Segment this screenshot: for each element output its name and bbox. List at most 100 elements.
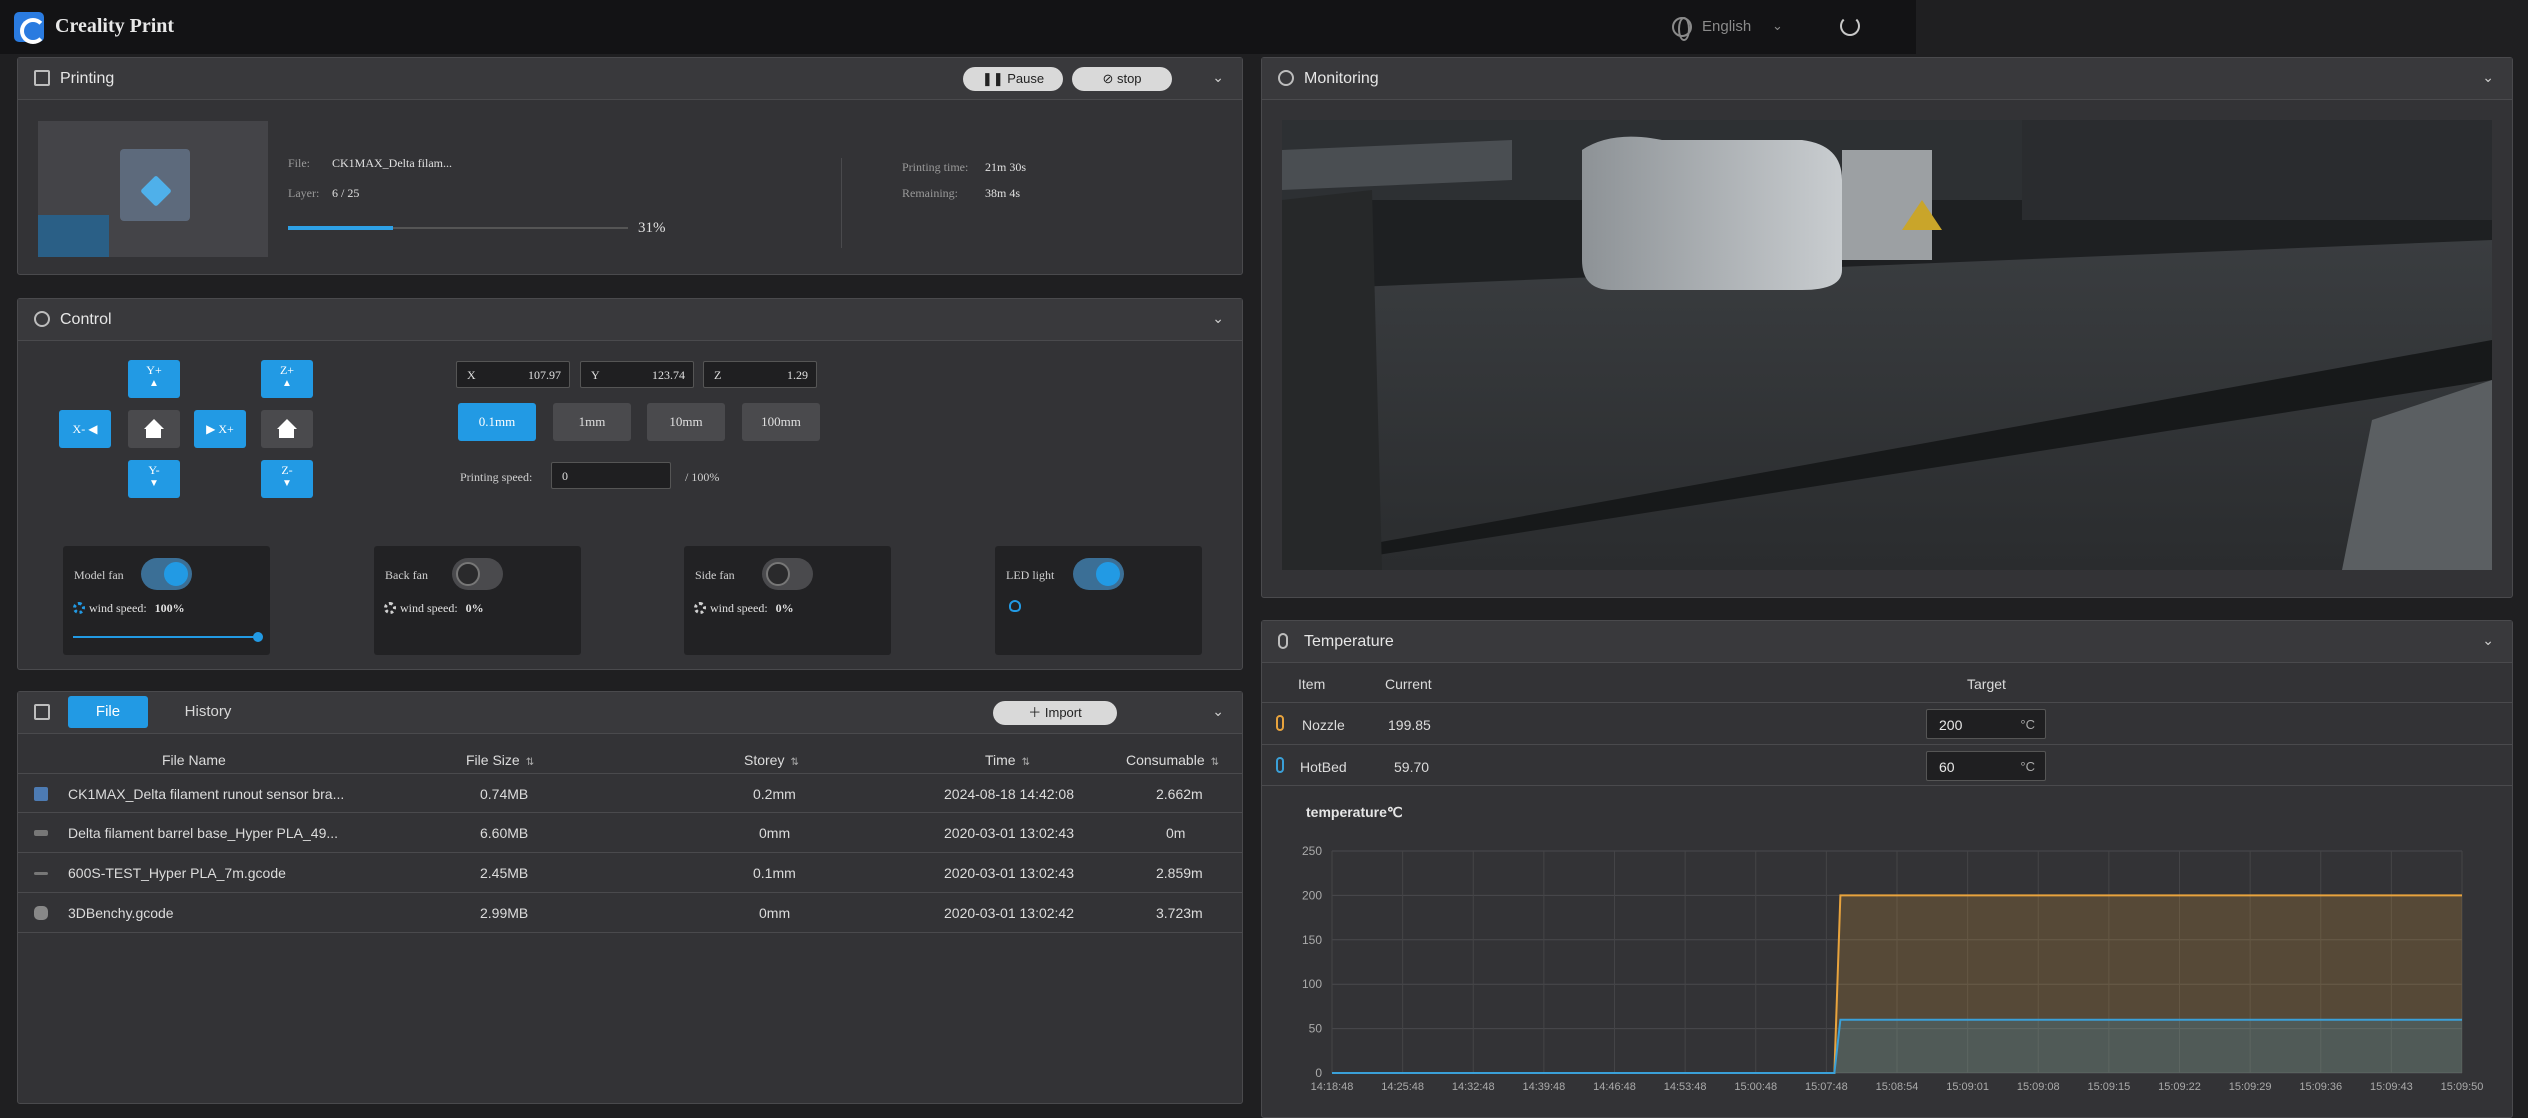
step-10mm-button[interactable]: 10mm bbox=[647, 403, 725, 441]
x-coordinate-field: X 107.97 bbox=[456, 361, 570, 388]
hotbed-row: HotBed 59.70 60 °C bbox=[1262, 744, 2512, 786]
tab-file[interactable]: File bbox=[68, 696, 148, 728]
pause-button[interactable]: ❚❚ Pause bbox=[963, 67, 1063, 91]
back-fan-wind-speed: wind speed: 0% bbox=[384, 601, 484, 616]
x-tick-label: 14:32:48 bbox=[1452, 1081, 1495, 1093]
x-tick-label: 15:09:22 bbox=[2158, 1081, 2201, 1093]
fan-icon bbox=[694, 602, 706, 614]
x-tick-label: 15:08:54 bbox=[1876, 1081, 1919, 1093]
files-panel: File History ＋ Import ⌄ File Name File S… bbox=[17, 691, 1243, 1104]
table-row[interactable]: 3DBenchy.gcode 2.99MB 0mm 2020-03-01 13:… bbox=[18, 893, 1242, 933]
remaining-label: Remaining: bbox=[902, 186, 958, 200]
y-tick-label: 0 bbox=[1315, 1066, 1322, 1080]
temperature-panel: Temperature ⌄ Item Current Target Nozzle… bbox=[1261, 620, 2513, 1118]
printing-speed-input[interactable]: 0 bbox=[551, 462, 671, 489]
chevron-down-icon[interactable]: ⌄ bbox=[1772, 18, 1783, 34]
step-0-1mm-button[interactable]: 0.1mm bbox=[458, 403, 536, 441]
column-storey[interactable]: Storey ⇅ bbox=[744, 752, 799, 768]
column-file-size[interactable]: File Size ⇅ bbox=[466, 752, 534, 768]
import-button[interactable]: ＋ Import bbox=[993, 701, 1117, 725]
stop-button[interactable]: ⊘ stop bbox=[1072, 67, 1172, 91]
x-tick-label: 14:25:48 bbox=[1381, 1081, 1424, 1093]
nozzle-target-input[interactable]: 200 °C bbox=[1926, 709, 2046, 739]
print-thumbnail bbox=[38, 121, 268, 257]
x-tick-label: 15:09:43 bbox=[2370, 1081, 2413, 1093]
fan-icon bbox=[73, 602, 85, 614]
table-row[interactable]: Delta filament barrel base_Hyper PLA_49.… bbox=[18, 813, 1242, 853]
file-consumable: 3.723m bbox=[1156, 905, 1203, 921]
side-fan-toggle[interactable] bbox=[762, 558, 813, 590]
file-time: 2020-03-01 13:02:42 bbox=[944, 905, 1074, 921]
file-storey: 0mm bbox=[759, 905, 791, 921]
jog-x-plus-button[interactable]: ▶ X+ bbox=[194, 410, 246, 448]
column-time[interactable]: Time ⇅ bbox=[985, 752, 1030, 768]
column-consumable[interactable]: Consumable ⇅ bbox=[1126, 752, 1219, 768]
table-row[interactable]: 600S-TEST_Hyper PLA_7m.gcode 2.45MB 0.1m… bbox=[18, 853, 1242, 893]
file-size: 6.60MB bbox=[480, 825, 529, 841]
hotbed-label: HotBed bbox=[1300, 759, 1347, 775]
x-tick-label: 14:46:48 bbox=[1593, 1081, 1636, 1093]
home-z-button[interactable] bbox=[261, 410, 313, 448]
x-tick-label: 14:18:48 bbox=[1311, 1081, 1354, 1093]
step-100mm-button[interactable]: 100mm bbox=[742, 403, 820, 441]
step-1mm-button[interactable]: 1mm bbox=[553, 403, 631, 441]
jog-y-plus-button[interactable]: Y+ ▲ bbox=[128, 360, 180, 398]
model-fan-card: Model fan wind speed: 100% bbox=[63, 546, 270, 655]
control-header: Control ⌄ bbox=[18, 299, 1242, 341]
hotbed-current: 59.70 bbox=[1394, 759, 1430, 775]
nozzle-current: 199.85 bbox=[1388, 717, 1431, 733]
x-tick-label: 15:09:36 bbox=[2299, 1081, 2342, 1093]
model-fan-speed-slider[interactable] bbox=[73, 632, 263, 642]
camera-feed bbox=[1282, 120, 2492, 570]
led-light-label: LED light bbox=[1006, 568, 1055, 582]
x-tick-label: 15:09:50 bbox=[2441, 1081, 2484, 1093]
file-name: CK1MAX_Delta filament runout sensor bra.… bbox=[68, 786, 345, 802]
chart-title: temperature℃ bbox=[1306, 804, 1403, 820]
jog-y-minus-button[interactable]: Y- ▼ bbox=[128, 460, 180, 498]
sort-icon: ⇅ bbox=[1021, 757, 1030, 768]
jog-z-plus-button[interactable]: Z+ ▲ bbox=[261, 360, 313, 398]
jog-x-minus-button[interactable]: X- ◀ bbox=[59, 410, 111, 448]
gear-icon bbox=[34, 311, 50, 327]
language-select[interactable]: English bbox=[1702, 18, 1751, 35]
x-tick-label: 15:09:29 bbox=[2229, 1081, 2272, 1093]
collapse-chevron-icon[interactable]: ⌄ bbox=[1212, 703, 1224, 720]
column-target: Target bbox=[1967, 676, 2006, 692]
series-area-hotbed bbox=[1332, 1019, 2462, 1073]
model-file-icon bbox=[120, 149, 190, 221]
printing-title: Printing bbox=[60, 70, 115, 87]
printing-speed-label: Printing speed: bbox=[460, 470, 533, 484]
printing-time-label: Printing time: bbox=[902, 160, 969, 174]
side-fan-card: Side fan wind speed: 0% bbox=[684, 546, 891, 655]
back-fan-label: Back fan bbox=[385, 568, 428, 582]
file-label: File: bbox=[288, 156, 311, 170]
x-tick-label: 15:09:01 bbox=[1946, 1081, 1989, 1093]
thumbnail-progress-fill bbox=[38, 215, 110, 257]
document-icon bbox=[34, 704, 50, 720]
tab-history[interactable]: History bbox=[168, 696, 248, 728]
sort-icon: ⇅ bbox=[1210, 757, 1219, 768]
collapse-chevron-icon[interactable]: ⌄ bbox=[2482, 69, 2494, 86]
collapse-chevron-icon[interactable]: ⌄ bbox=[1212, 310, 1224, 327]
back-fan-toggle[interactable] bbox=[452, 558, 503, 590]
led-light-toggle[interactable] bbox=[1073, 558, 1124, 590]
jog-z-minus-button[interactable]: Z- ▼ bbox=[261, 460, 313, 498]
file-name: 3DBenchy.gcode bbox=[68, 905, 174, 921]
file-storey: 0.1mm bbox=[753, 865, 796, 881]
collapse-chevron-icon[interactable]: ⌄ bbox=[2482, 632, 2494, 649]
sort-icon: ⇅ bbox=[525, 757, 535, 768]
model-fan-toggle[interactable] bbox=[141, 558, 192, 590]
thermometer-icon bbox=[1278, 633, 1288, 649]
table-row[interactable]: CK1MAX_Delta filament runout sensor bra.… bbox=[18, 773, 1242, 813]
globe-icon[interactable] bbox=[1672, 17, 1692, 41]
collapse-chevron-icon[interactable]: ⌄ bbox=[1212, 69, 1224, 86]
hotbed-target-input[interactable]: 60 °C bbox=[1926, 751, 2046, 781]
x-tick-label: 15:00:48 bbox=[1734, 1081, 1777, 1093]
home-xy-button[interactable] bbox=[128, 410, 180, 448]
y-tick-label: 150 bbox=[1302, 933, 1322, 947]
printer-icon bbox=[34, 70, 50, 86]
refresh-icon[interactable] bbox=[1840, 16, 1860, 36]
column-current: Current bbox=[1385, 676, 1432, 692]
progress-bar bbox=[288, 226, 628, 230]
top-bar: Creality Print English ⌄ bbox=[0, 0, 1916, 54]
